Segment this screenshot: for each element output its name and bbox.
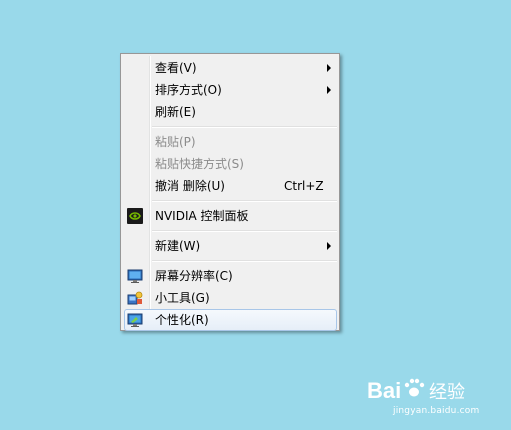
screen-resolution-icon bbox=[127, 268, 143, 284]
menu-item-sort-by[interactable]: 排序方式(O) bbox=[124, 79, 337, 101]
desktop-context-menu: 查看(V) 排序方式(O) 刷新(E) 粘贴(P) 粘贴快捷方式(S) 撤消 删… bbox=[120, 53, 340, 331]
menu-item-label: 撤消 删除(U) bbox=[155, 179, 225, 193]
menu-item-gadgets[interactable]: 小工具(G) bbox=[124, 287, 337, 309]
menu-item-label: 小工具(G) bbox=[155, 291, 210, 305]
desktop[interactable]: 查看(V) 排序方式(O) 刷新(E) 粘贴(P) 粘贴快捷方式(S) 撤消 删… bbox=[0, 0, 511, 430]
menu-item-paste-shortcut: 粘贴快捷方式(S) bbox=[124, 153, 337, 175]
menu-item-new[interactable]: 新建(W) bbox=[124, 235, 337, 257]
menu-item-nvidia-control-panel[interactable]: NVIDIA 控制面板 bbox=[124, 205, 337, 227]
personalize-icon bbox=[127, 312, 143, 328]
menu-item-screen-resolution[interactable]: 屏幕分辨率(C) bbox=[124, 265, 337, 287]
menu-item-label: 新建(W) bbox=[155, 239, 201, 253]
menu-item-label: 粘贴(P) bbox=[155, 135, 196, 149]
menu-item-view[interactable]: 查看(V) bbox=[124, 57, 337, 79]
menu-item-refresh[interactable]: 刷新(E) bbox=[124, 101, 337, 123]
svg-text:经验: 经验 bbox=[429, 382, 465, 403]
submenu-arrow-icon bbox=[327, 64, 331, 72]
menu-item-label: 个性化(R) bbox=[155, 313, 209, 327]
menu-item-personalize[interactable]: 个性化(R) bbox=[124, 309, 337, 331]
menu-separator bbox=[152, 126, 337, 128]
menu-item-label: NVIDIA 控制面板 bbox=[155, 209, 249, 223]
menu-separator bbox=[152, 230, 337, 232]
menu-item-label: 粘贴快捷方式(S) bbox=[155, 157, 244, 171]
baidu-logo-icon: Bai 经验 bbox=[367, 378, 465, 403]
menu-separator bbox=[152, 200, 337, 202]
menu-item-shortcut: Ctrl+Z bbox=[284, 179, 324, 193]
svg-text:Bai: Bai bbox=[367, 378, 401, 403]
menu-item-label: 查看(V) bbox=[155, 61, 197, 75]
nvidia-icon bbox=[127, 208, 143, 224]
menu-separator bbox=[152, 260, 337, 262]
submenu-arrow-icon bbox=[327, 242, 331, 250]
baidu-jingyan-watermark: Bai 经验 jingyan.baidu.com bbox=[367, 374, 497, 422]
submenu-arrow-icon bbox=[327, 86, 331, 94]
menu-item-label: 刷新(E) bbox=[155, 105, 196, 119]
gadgets-icon bbox=[127, 290, 143, 306]
menu-item-label: 屏幕分辨率(C) bbox=[155, 269, 233, 283]
watermark-url: jingyan.baidu.com bbox=[393, 406, 480, 416]
menu-item-label: 排序方式(O) bbox=[155, 83, 222, 97]
menu-item-undo-delete[interactable]: 撤消 删除(U) Ctrl+Z bbox=[124, 175, 337, 197]
menu-item-paste: 粘贴(P) bbox=[124, 131, 337, 153]
